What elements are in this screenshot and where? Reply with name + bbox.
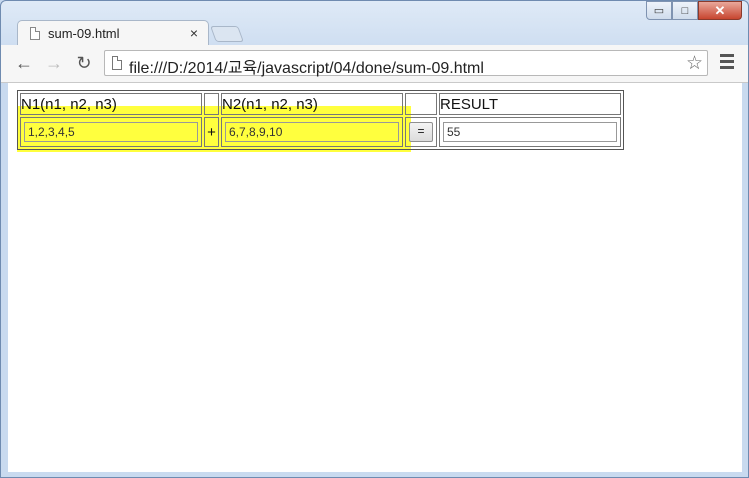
tab-active[interactable]: sum-09.html × [17,20,209,46]
page-content: N1(n1, n2, n3) N2(n1, n2, n3) RESULT 1,2… [8,83,742,472]
maximize-button[interactable]: □ [672,1,698,20]
address-bar[interactable]: file:///D:/2014/교육/javascript/04/done/su… [104,50,708,78]
header-n1: N1(n1, n2, n3) [20,93,202,115]
n1-input[interactable]: 1,2,3,4,5 [24,122,198,142]
reload-icon[interactable]: ↻ [73,52,95,74]
calculator-table: N1(n1, n2, n3) N2(n1, n2, n3) RESULT 1,2… [17,90,624,150]
result-input[interactable]: 55 [443,122,617,142]
minimize-button[interactable]: ▭ [646,1,672,20]
operator-label: + [204,117,219,147]
equals-button[interactable]: = [409,122,433,142]
window-controls: ▭ □ ✕ [646,1,742,20]
equals-cell: = [405,117,437,147]
header-n2: N2(n1, n2, n3) [221,93,403,115]
n2-input[interactable]: 6,7,8,9,10 [225,122,399,142]
browser-toolbar: ← → ↻ file:///D:/2014/교육/javascript/04/d… [1,45,748,83]
n2-cell: 6,7,8,9,10 [221,117,403,147]
tab-close-icon[interactable]: × [190,25,198,41]
close-window-button[interactable]: ✕ [698,1,742,20]
new-tab-button[interactable] [210,26,244,42]
forward-arrow-icon[interactable]: → [43,52,65,74]
browser-window: sum-09.html × ▭ □ ✕ ← → ↻ file:///D:/201… [0,0,749,478]
tab-title: sum-09.html [48,26,120,41]
page-icon [112,56,122,70]
header-op-blank [204,93,219,115]
back-arrow-icon[interactable]: ← [13,52,35,74]
url-text[interactable]: file:///D:/2014/교육/javascript/04/done/su… [129,54,484,78]
document-icon [30,27,40,40]
menu-icon[interactable] [720,54,734,72]
result-cell: 55 [439,117,621,147]
header-result: RESULT [439,93,621,115]
n1-cell: 1,2,3,4,5 [20,117,202,147]
header-eq-blank [405,93,437,115]
bookmark-star-icon[interactable]: ☆ [686,52,703,75]
